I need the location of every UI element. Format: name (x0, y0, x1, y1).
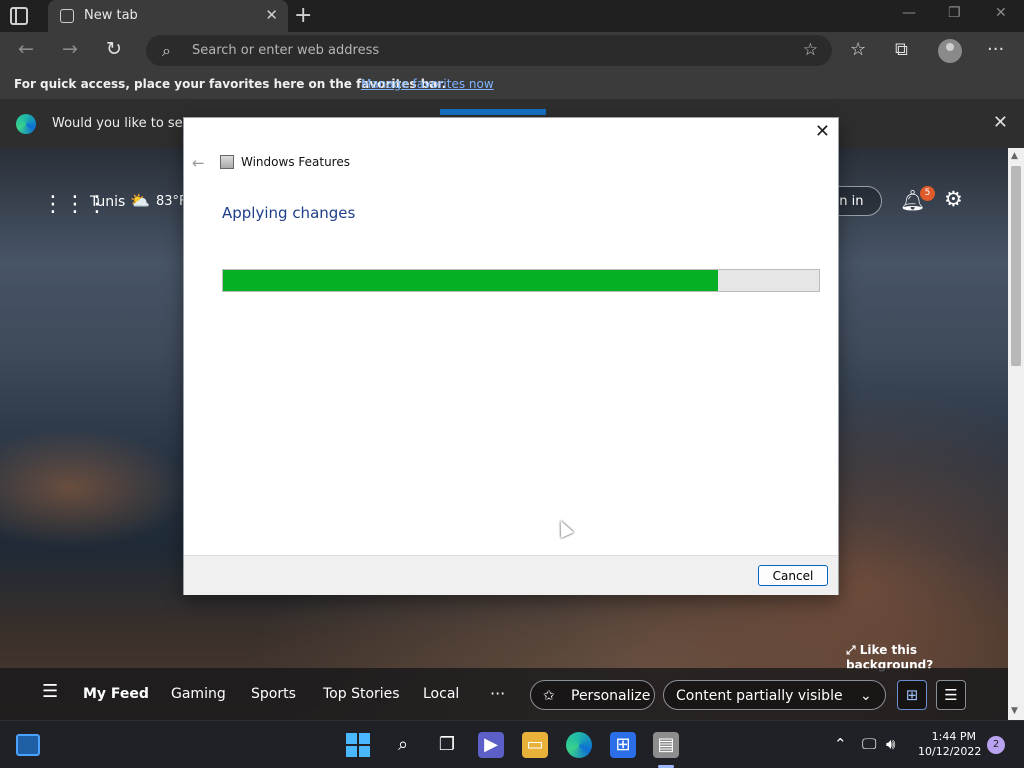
forward-icon[interactable]: → (62, 38, 78, 60)
weather-temperature[interactable]: 83°F (156, 194, 187, 209)
search-icon: ⌕ (162, 41, 171, 60)
tab-title: New tab (84, 8, 138, 23)
progress-fill (223, 270, 718, 291)
profile-avatar[interactable] (938, 39, 962, 63)
notification-center-badge[interactable]: 2 (987, 736, 1005, 754)
feed-tab-gaming[interactable]: Gaming (171, 686, 226, 702)
clock[interactable]: 1:44 PM 10/12/2022 (918, 729, 982, 759)
page-scrollbar[interactable]: ▲ ▼ (1008, 148, 1024, 720)
feed-tab-my-feed[interactable]: My Feed (83, 686, 149, 702)
feed-navigation: ☰ My Feed Gaming Sports Top Stories Loca… (0, 668, 1008, 720)
gear-icon[interactable]: ⚙ (944, 187, 963, 211)
dialog-heading: Applying changes (222, 204, 356, 222)
favorites-bar: For quick access, place your favorites h… (0, 70, 1024, 98)
address-bar[interactable]: ⌕ Search or enter web address ☆ (146, 35, 832, 66)
partly-sunny-icon: ⛅ (130, 191, 150, 210)
browser-toolbar: ← → ↻ ⌕ Search or enter web address ☆ ☆ … (0, 32, 1024, 70)
feed-tab-top-stories[interactable]: Top Stories (323, 686, 400, 702)
back-icon[interactable]: ← (18, 38, 34, 60)
dialog-title: Windows Features (241, 155, 350, 169)
task-view-icon[interactable]: ❐ (434, 732, 460, 758)
feed-tab-sports[interactable]: Sports (251, 686, 296, 702)
close-infobar-icon[interactable]: ✕ (993, 112, 1008, 133)
grid-view-icon[interactable]: ⊞ (897, 680, 927, 710)
infobar-action-button[interactable] (440, 109, 546, 115)
content-visibility-dropdown[interactable]: Content partially visible ⌄ (663, 680, 886, 710)
close-tab-icon[interactable]: ✕ (265, 6, 278, 24)
feed-more-icon[interactable]: ··· (490, 684, 505, 703)
feed-tab-local[interactable]: Local (423, 686, 459, 702)
widgets-icon[interactable] (16, 734, 40, 756)
dialog-footer: Cancel (184, 555, 838, 595)
settings-more-icon[interactable]: ··· (987, 39, 1004, 60)
tab-actions-icon[interactable] (10, 7, 28, 25)
search-icon[interactable]: ⌕ (390, 732, 416, 758)
notification-badge: 5 (920, 186, 935, 201)
hamburger-menu-icon[interactable]: ☰ (42, 681, 58, 702)
volume-icon[interactable]: 🔊︎ (886, 735, 895, 753)
add-favorite-icon[interactable]: ☆ (803, 40, 818, 60)
infobar-question: Would you like to set M (52, 116, 204, 131)
expand-icon: ⤢ (846, 643, 860, 657)
chevron-down-icon: ⌄ (860, 688, 872, 704)
clock-time: 1:44 PM (931, 730, 976, 743)
scrollbar-thumb[interactable] (1011, 166, 1021, 366)
tab-bar: New tab ✕ + — ❐ ✕ (0, 0, 1024, 32)
new-tab-plus-icon[interactable]: + (294, 3, 312, 28)
address-placeholder: Search or enter web address (192, 43, 380, 58)
sparkle-icon: ✩ (543, 688, 555, 704)
close-dialog-icon[interactable]: ✕ (815, 121, 830, 142)
taskbar: ⌕ ❐ ▶ ▭ ⊞ ▤ ⌃ 🖵︎ 🔊︎ 1:44 PM 10/12/2022 2 (0, 720, 1024, 768)
scroll-up-icon[interactable]: ▲ (1011, 151, 1018, 161)
edge-logo-icon (16, 114, 36, 134)
favorites-icon[interactable]: ☆ (850, 39, 866, 60)
windows-features-taskbar-icon[interactable]: ▤ (653, 732, 679, 758)
content-visibility-label: Content partially visible (676, 688, 843, 704)
new-tab-page-icon (60, 9, 74, 23)
manage-favorites-link[interactable]: Manage favorites now (361, 77, 494, 91)
list-view-icon[interactable]: ☰ (936, 680, 966, 710)
collections-icon[interactable]: ⧉ (895, 39, 908, 60)
minimize-icon[interactable]: — (902, 5, 916, 21)
teams-chat-icon[interactable]: ▶ (478, 732, 504, 758)
clock-date: 10/12/2022 (918, 745, 982, 758)
network-icon[interactable]: 🖵︎ (862, 735, 876, 753)
personalize-button[interactable]: ✩ Personalize (530, 680, 655, 710)
close-window-icon[interactable]: ✕ (995, 5, 1007, 21)
refresh-icon[interactable]: ↻ (106, 38, 122, 60)
restore-icon[interactable]: ❐ (948, 5, 961, 21)
windows-features-dialog: ✕ ← Windows Features Applying changes Ca… (183, 117, 839, 595)
chevron-up-icon[interactable]: ⌃ (834, 735, 847, 753)
weather-city[interactable]: Tunis (90, 194, 125, 210)
start-windows-icon[interactable] (346, 733, 370, 757)
microsoft-store-icon[interactable]: ⊞ (610, 732, 636, 758)
edge-browser-icon[interactable] (566, 732, 592, 758)
back-arrow-icon: ← (192, 154, 205, 172)
scroll-down-icon[interactable]: ▼ (1011, 706, 1018, 716)
tab-new-tab[interactable]: New tab ✕ (48, 0, 288, 32)
progress-bar (222, 269, 820, 292)
personalize-label: Personalize (571, 688, 651, 704)
windows-features-app-icon (220, 155, 234, 169)
cancel-button[interactable]: Cancel (758, 565, 828, 586)
file-explorer-icon[interactable]: ▭ (522, 732, 548, 758)
